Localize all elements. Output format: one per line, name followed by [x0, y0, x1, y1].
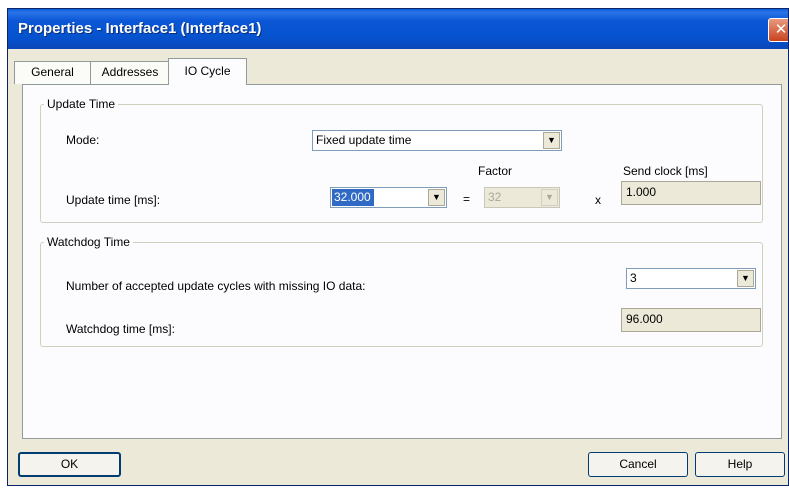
ok-button-label: OK: [60, 457, 79, 471]
watchdog-time-label: Watchdog time [ms]:: [66, 322, 175, 336]
factor-dropdown-arrow-icon: ▼: [541, 189, 558, 206]
cancel-button[interactable]: Cancel: [588, 452, 688, 477]
send-clock-value: 1.000: [626, 185, 657, 199]
tab-general[interactable]: General: [14, 61, 91, 84]
help-button-label: Help: [727, 457, 753, 471]
send-clock-field: 1.000: [621, 181, 761, 205]
watchdog-time-field: 96.000: [621, 308, 761, 332]
accepted-cycles-select[interactable]: 3 ▼: [626, 268, 756, 289]
title-bar: Properties - Interface1 (Interface1) ✕: [8, 9, 788, 49]
tab-addresses[interactable]: Addresses: [90, 61, 170, 84]
io-cycle-panel: Update Time Mode: Fixed update time ▼ Fa…: [22, 84, 782, 439]
properties-dialog: Properties - Interface1 (Interface1) ✕ G…: [7, 8, 789, 486]
multiply-sign: x: [595, 193, 601, 207]
factor-select: 32 ▼: [484, 187, 560, 208]
accepted-cycles-value: 3: [630, 271, 637, 285]
cancel-button-label: Cancel: [619, 457, 657, 471]
watchdog-time-value: 96.000: [626, 312, 663, 326]
factor-header: Factor: [478, 164, 513, 178]
window-title: Properties - Interface1 (Interface1): [18, 20, 262, 37]
update-time-select[interactable]: 32.000 ▼: [330, 187, 447, 208]
send-clock-header: Send clock [ms]: [623, 164, 708, 178]
equals-sign: =: [463, 192, 471, 206]
update-time-label: Update time [ms]:: [66, 193, 161, 207]
watchdog-time-legend: Watchdog Time: [47, 235, 130, 249]
tab-io-cycle-label: IO Cycle: [184, 64, 231, 78]
mode-dropdown-arrow-icon[interactable]: ▼: [543, 132, 560, 149]
tab-io-cycle[interactable]: IO Cycle: [168, 58, 247, 85]
accepted-cycles-dropdown-arrow-icon[interactable]: ▼: [737, 270, 754, 287]
tab-general-label: General: [31, 65, 74, 79]
close-icon: ✕: [774, 21, 788, 38]
tab-addresses-label: Addresses: [101, 65, 159, 79]
update-time-dropdown-arrow-icon[interactable]: ▼: [428, 189, 445, 206]
mode-value: Fixed update time: [316, 133, 412, 147]
mode-select[interactable]: Fixed update time ▼: [312, 130, 562, 151]
help-button[interactable]: Help: [695, 452, 785, 477]
factor-value: 32: [488, 190, 502, 204]
update-time-legend: Update Time: [47, 97, 116, 111]
mode-label: Mode:: [66, 133, 100, 147]
close-button[interactable]: ✕: [768, 18, 788, 42]
ok-button[interactable]: OK: [18, 452, 121, 477]
update-time-value: 32.000: [332, 189, 374, 206]
accepted-cycles-label: Number of accepted update cycles with mi…: [66, 279, 366, 293]
